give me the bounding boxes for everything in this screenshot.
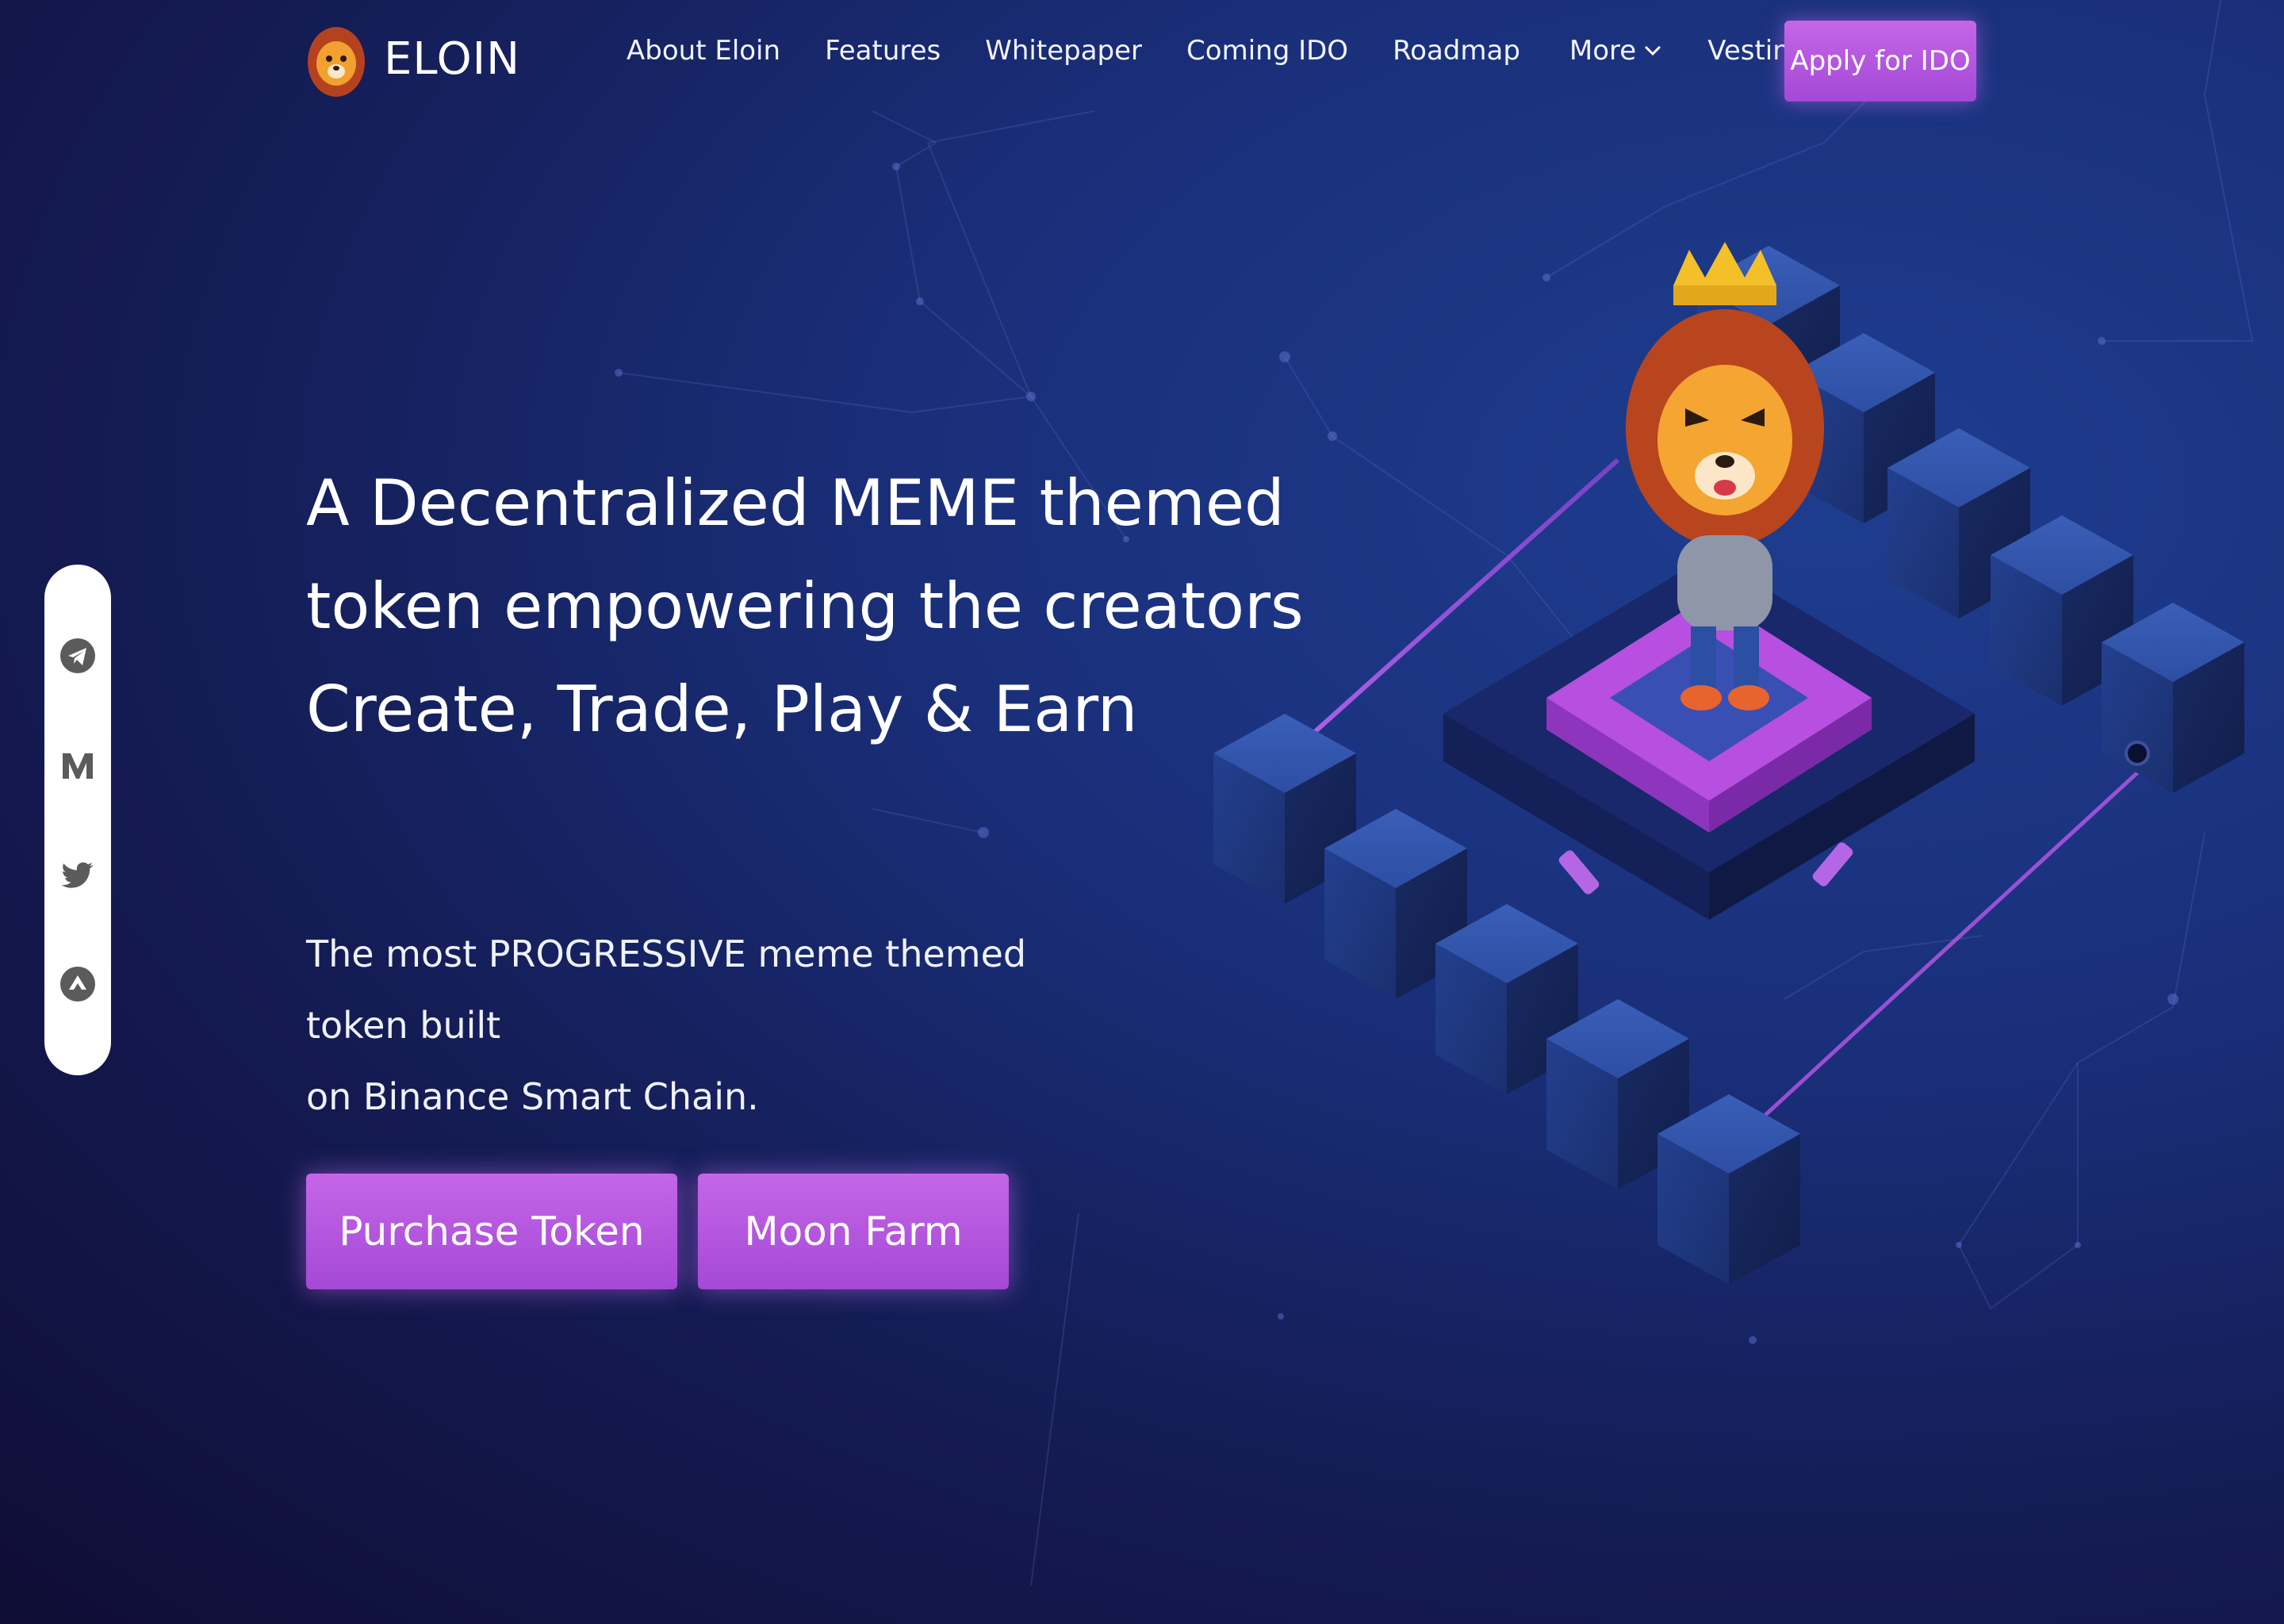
lion-logo-icon	[308, 27, 365, 97]
nav-coming-ido[interactable]: Coming IDO	[1186, 35, 1348, 67]
nav-roadmap[interactable]: Roadmap	[1393, 35, 1520, 67]
chevron-down-icon	[1645, 45, 1661, 56]
moon-farm-button[interactable]: Moon Farm	[698, 1174, 1009, 1289]
hero-subtitle-line: The most PROGRESSIVE meme themed token b…	[306, 933, 1027, 1047]
brand-name: ELOIN	[384, 33, 521, 85]
telegram-icon[interactable]	[59, 638, 96, 674]
purchase-token-button[interactable]: Purchase Token	[306, 1174, 677, 1289]
medium-icon[interactable]	[59, 747, 96, 783]
brand-logo[interactable]: ELOIN	[306, 19, 520, 98]
hero-subtitle: The most PROGRESSIVE meme themed token b…	[306, 918, 1099, 1132]
hero-subtitle-line: on Binance Smart Chain.	[306, 1075, 759, 1118]
apply-ido-button[interactable]: Apply for IDO	[1784, 21, 1976, 102]
nav-whitepaper[interactable]: Whitepaper	[985, 35, 1142, 67]
site-header: ELOIN About Eloin Features Whitepaper Co…	[0, 0, 2284, 119]
nav-features[interactable]: Features	[825, 35, 941, 67]
hero-title: A Decentralized MEME themed token empowe…	[306, 452, 1304, 761]
main-nav: About Eloin Features Whitepaper Coming I…	[627, 35, 1975, 67]
twitter-icon[interactable]	[59, 856, 96, 893]
nav-about[interactable]: About Eloin	[627, 35, 780, 67]
hero-title-line: Create, Trade, Play & Earn	[306, 672, 1138, 746]
hero-title-line: A Decentralized MEME themed	[306, 466, 1285, 540]
coinmarketcap-icon[interactable]	[59, 966, 96, 1002]
hero-title-line: token empowering the creators	[306, 569, 1304, 643]
hero-illustration	[1213, 242, 2244, 1285]
social-dock	[44, 565, 111, 1075]
nav-more-dropdown[interactable]: More	[1569, 35, 1661, 67]
